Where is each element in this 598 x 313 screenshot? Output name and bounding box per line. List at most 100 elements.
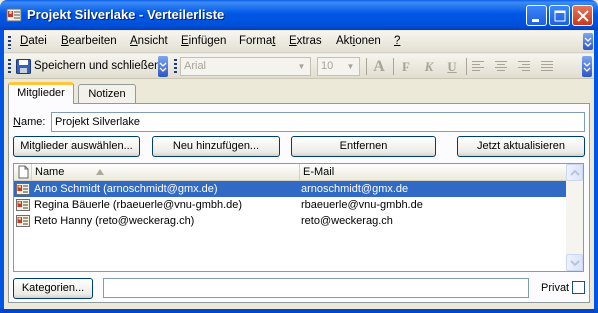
categories-label: Kategorien... [21, 282, 85, 294]
italic-button[interactable]: K [420, 58, 438, 75]
maximize-icon [554, 10, 566, 22]
select-members-label: Mitglieder auswählen... [20, 140, 133, 152]
font-name-value: Arial [184, 60, 207, 72]
minimize-icon [532, 19, 539, 22]
member-name: Reto Hanny (reto@weckerag.ch) [34, 215, 195, 227]
document-icon [18, 165, 29, 179]
add-new-label: Neu hinzufügen... [172, 140, 260, 152]
column-name-label: Name [35, 166, 65, 178]
chevron-icon [583, 62, 591, 72]
toolbar-separator [366, 58, 367, 75]
bullets-icon[interactable] [541, 61, 553, 72]
menubar-options-button[interactable] [583, 33, 593, 50]
window-frame-bottom [0, 309, 598, 313]
contact-card-icon [16, 199, 30, 211]
bold-button[interactable]: F [397, 58, 415, 75]
select-members-button[interactable]: Mitglieder auswählen... [13, 136, 140, 157]
members-list[interactable]: Name E-Mail Arno Schmidt (arnoschmidt@gm… [13, 163, 584, 272]
save-icon [16, 59, 31, 74]
menu-aktionen[interactable]: Aktionen [336, 35, 381, 47]
save-and-close-label: Speichern und schließen [34, 60, 161, 72]
column-header-name[interactable]: Name [32, 164, 300, 181]
private-label: Privat [541, 282, 570, 294]
menu-ansicht-label: nsicht [137, 35, 168, 47]
minimize-button[interactable] [526, 5, 547, 26]
menu-einfuegen-label: infügen [188, 35, 227, 47]
chevron-up-icon [570, 169, 580, 176]
member-email: rbaeuerle@vnu-gmbh.de [301, 199, 423, 211]
close-button[interactable] [572, 5, 593, 26]
chevron-icon [584, 37, 592, 47]
list-item[interactable]: Reto Hanny (reto@weckerag.ch) reto@wecke… [14, 213, 567, 229]
member-email: reto@weckerag.ch [301, 215, 393, 227]
member-email: arnoschmidt@gmx.de [301, 183, 409, 195]
align-left-icon[interactable] [472, 61, 484, 72]
menu-datei-label: atei [28, 35, 47, 47]
menubar-grip[interactable] [8, 36, 11, 49]
toolbar: Speichern und schließen Arial ▼ 10 ▼ A F… [4, 54, 594, 79]
toolbar-separator [393, 58, 394, 75]
align-center-icon[interactable] [495, 61, 507, 72]
window-title: Projekt Silverlake - Verteilerliste [27, 7, 225, 22]
menu-datei[interactable]: Datei [20, 35, 47, 47]
add-new-button[interactable]: Neu hinzufügen... [152, 136, 280, 157]
chevron-icon [159, 62, 167, 72]
remove-label: Entfernen [339, 140, 388, 152]
list-item[interactable]: Arno Schmidt (arnoschmidt@gmx.de) arnosc… [14, 181, 567, 197]
font-size-value: 10 [321, 60, 334, 72]
column-email-label: E-Mail [303, 166, 335, 178]
toolbar-grip[interactable] [8, 59, 11, 74]
member-name: Arno Schmidt (arnoschmidt@gmx.de) [34, 183, 218, 195]
chevron-down-icon [570, 260, 580, 267]
tab-notizen-label: Notizen [88, 88, 126, 100]
toolbar-options-button[interactable] [158, 56, 168, 77]
categories-button[interactable]: Kategorien... [13, 278, 93, 299]
scroll-down-button[interactable] [566, 254, 583, 271]
save-and-close-button[interactable]: Speichern und schließen [14, 57, 165, 76]
list-scrollbar[interactable] [566, 164, 583, 271]
menu-bar: Datei Bearbeiten Ansicht Einfügen Format… [4, 31, 594, 53]
underline-button[interactable]: U [443, 58, 461, 75]
member-name: Regina Bäuerle (rbaeuerle@vnu-gmbh.de) [34, 199, 243, 211]
remove-button[interactable]: Entfernen [291, 136, 436, 157]
tab-mitglieder[interactable]: Mitglieder [8, 82, 74, 104]
font-name-dropdown[interactable]: Arial ▼ [180, 57, 311, 76]
list-item[interactable]: Regina Bäuerle (rbaeuerle@vnu-gmbh.de) r… [14, 197, 567, 213]
menu-ansicht[interactable]: Ansicht [130, 35, 168, 47]
window-frame-right [594, 30, 598, 313]
menu-bearbeiten-label: earbeiten [68, 35, 117, 47]
contact-card-icon [16, 215, 30, 227]
toolbar-separator [466, 58, 467, 75]
scroll-up-button[interactable] [566, 164, 583, 181]
dropdown-arrow-icon: ▼ [346, 62, 355, 71]
menu-format[interactable]: Format [239, 35, 275, 47]
update-now-label: Jetzt aktualisieren [476, 140, 566, 152]
format-toolbar-options-button[interactable] [582, 56, 592, 77]
column-header-icon[interactable] [14, 164, 32, 181]
distribution-list-icon [6, 8, 22, 22]
menu-help[interactable]: ? [394, 35, 400, 47]
categories-field[interactable] [103, 278, 529, 298]
list-header: Name E-Mail [14, 164, 567, 181]
tab-mitglieder-label: Mitglieder [17, 87, 65, 99]
sort-ascending-icon [96, 169, 104, 175]
font-size-dropdown[interactable]: 10 ▼ [317, 57, 360, 76]
menu-extras[interactable]: Extras [289, 35, 322, 47]
update-now-button[interactable]: Jetzt aktualisieren [457, 136, 585, 157]
menu-extras-label: xtras [296, 35, 322, 47]
menu-einfuegen[interactable]: Einfügen [181, 35, 226, 47]
contact-card-icon [16, 183, 30, 195]
column-header-email[interactable]: E-Mail [300, 164, 567, 181]
name-field[interactable]: Projekt Silverlake [51, 112, 585, 132]
private-checkbox[interactable] [572, 281, 585, 294]
tab-notizen[interactable]: Notizen [78, 84, 136, 104]
maximize-button[interactable] [549, 5, 570, 26]
format-toolbar-grip[interactable] [174, 59, 177, 74]
font-color-button[interactable]: A [370, 58, 388, 75]
title-bar[interactable]: Projekt Silverlake - Verteilerliste [0, 0, 598, 30]
menu-format-label-a: Forma [239, 35, 273, 47]
align-right-icon[interactable] [518, 61, 530, 72]
menu-aktionen-label-b: onen [355, 35, 381, 47]
menu-bearbeiten[interactable]: Bearbeiten [61, 35, 117, 47]
dropdown-arrow-icon: ▼ [297, 62, 306, 71]
